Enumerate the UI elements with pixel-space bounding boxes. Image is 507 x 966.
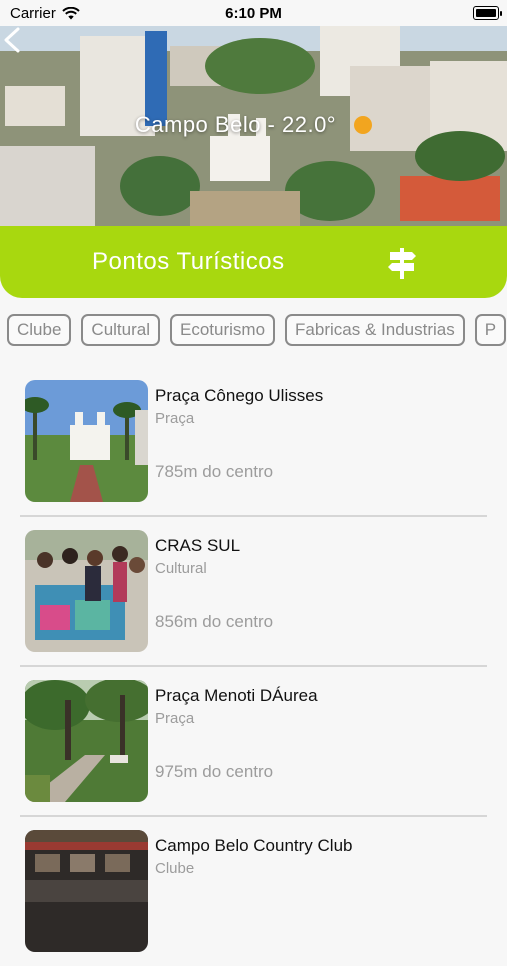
hero-image: Campo Belo - 22.0° [0, 26, 507, 236]
place-category: Praça [155, 710, 195, 727]
chip-partial[interactable]: P [474, 314, 507, 346]
chip-clube[interactable]: Clube [7, 314, 72, 346]
battery-icon [473, 6, 502, 20]
list-item[interactable]: Praça Cônego Ulisses Praça 785m do centr… [0, 366, 507, 517]
place-thumbnail [25, 680, 148, 802]
chip-ecoturismo[interactable]: Ecoturismo [170, 314, 276, 346]
status-bar: Carrier 6:10 PM [0, 0, 507, 26]
section-header: Pontos Turísticos [0, 226, 507, 298]
chip-cultural[interactable]: Cultural [81, 314, 161, 346]
place-thumbnail [25, 380, 148, 502]
place-category: Cultural [155, 560, 207, 577]
city-weather-label: Campo Belo - 22.0° [134, 112, 337, 137]
place-name: Praça Cônego Ulisses [155, 386, 324, 405]
list-item[interactable]: Campo Belo Country Club Clube [0, 816, 507, 966]
place-distance: 975m do centro [155, 762, 274, 781]
status-time: 6:10 PM [225, 5, 282, 22]
place-distance: 785m do centro [155, 462, 274, 481]
category-chips: Clube Cultural Ecoturismo Fabricas & Ind… [0, 314, 507, 352]
place-thumbnail [25, 830, 148, 952]
place-distance: 856m do centro [155, 612, 274, 631]
list-item[interactable]: CRAS SUL Cultural 856m do centro [0, 516, 507, 667]
city-weather-title: Campo Belo - 22.0° [0, 112, 507, 138]
place-thumbnail [25, 530, 148, 652]
place-name: Campo Belo Country Club [155, 836, 353, 855]
place-category: Clube [155, 860, 195, 877]
place-category: Praça [155, 410, 195, 427]
section-title: Pontos Turísticos [92, 248, 285, 275]
place-name: Praça Menoti DÁurea [155, 686, 318, 705]
sun-icon [354, 116, 373, 134]
place-name: CRAS SUL [155, 536, 241, 555]
list-item[interactable]: Praça Menoti DÁurea Praça 975m do centro [0, 666, 507, 817]
signpost-icon[interactable] [387, 246, 417, 280]
chip-fabricas-industrias[interactable]: Fabricas & Industrias [285, 314, 465, 346]
places-list: Praça Cônego Ulisses Praça 785m do centr… [0, 366, 507, 966]
back-chevron-icon[interactable] [0, 26, 24, 54]
